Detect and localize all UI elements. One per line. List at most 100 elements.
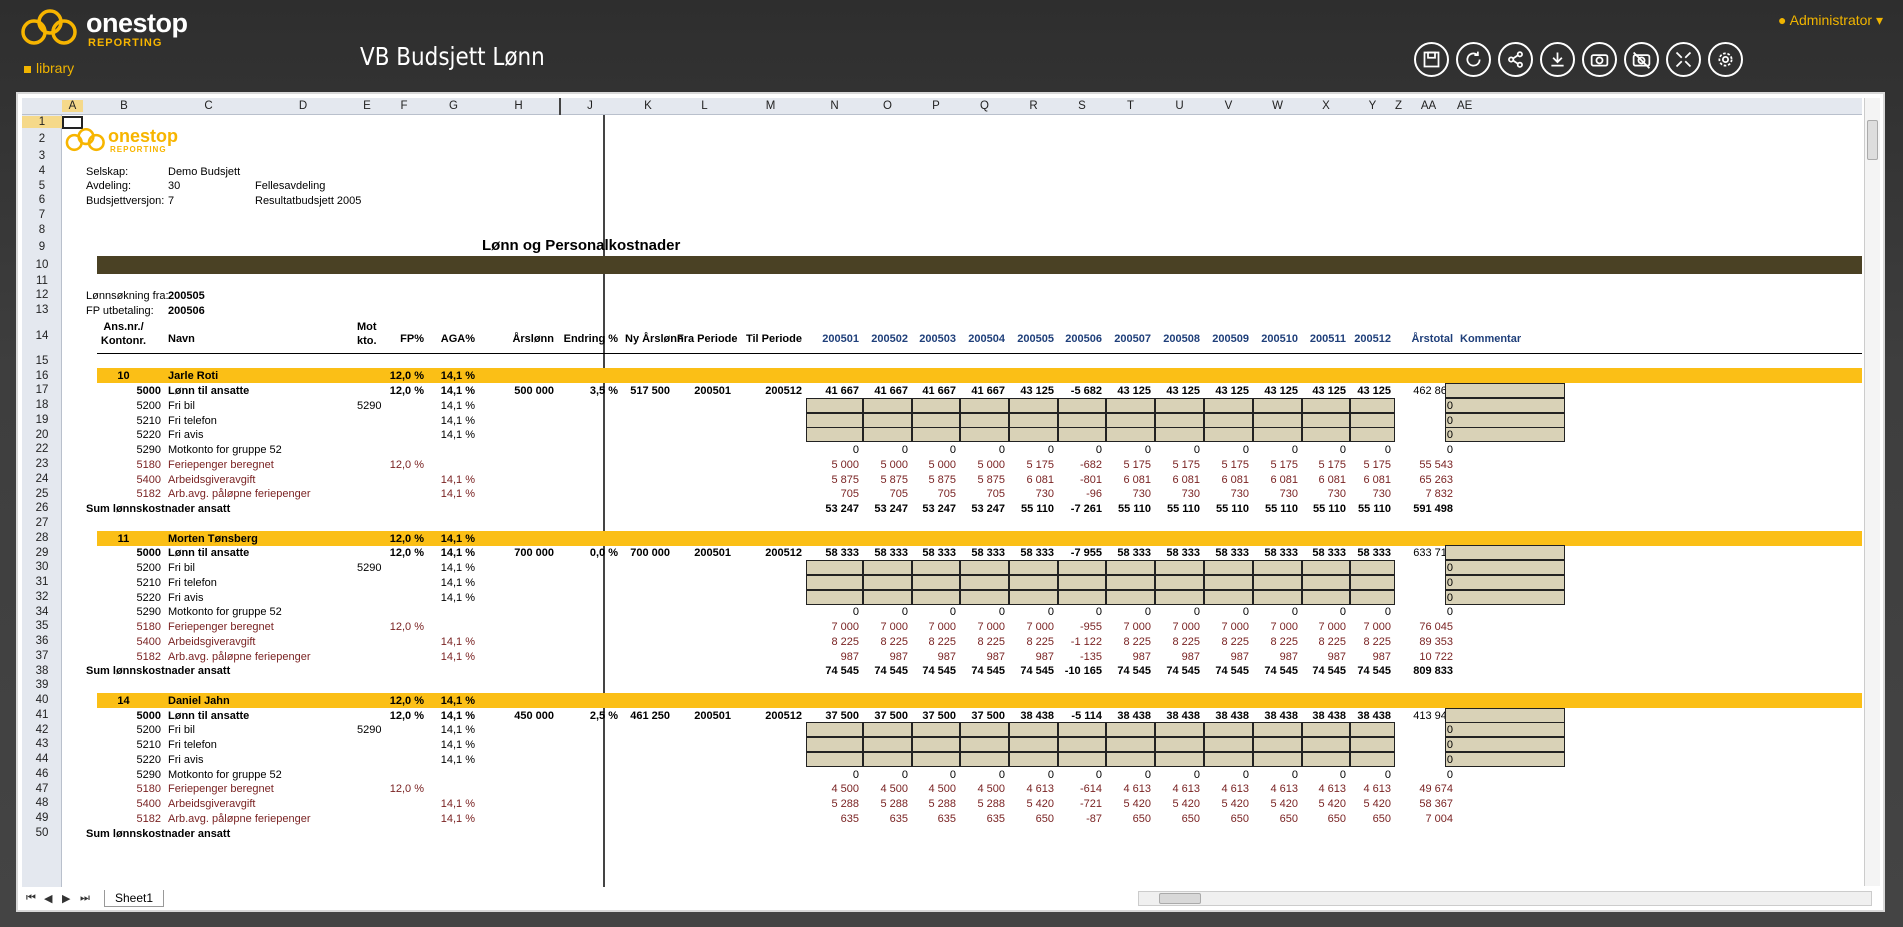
period-value[interactable]: 987 [863, 650, 912, 664]
benefit-input[interactable] [806, 397, 863, 413]
mot-konto[interactable]: 5290 [354, 723, 381, 737]
period-value[interactable]: 41 667 [863, 384, 912, 398]
aga-rate[interactable]: 14,1 % [428, 428, 479, 442]
period-value[interactable]: 7 000 [863, 620, 912, 634]
motkonto-value[interactable]: 0 [1350, 605, 1395, 619]
period-value[interactable]: 987 [960, 650, 1009, 664]
period-value[interactable]: 4 613 [1106, 782, 1155, 796]
benefit-input[interactable] [1302, 737, 1350, 752]
account-text[interactable]: Lønn til ansatte [165, 546, 345, 560]
column-header-a[interactable]: A [62, 100, 83, 112]
account-number[interactable]: 5000 [83, 384, 165, 398]
column-header-ae[interactable]: AE [1457, 100, 1472, 112]
column-header-k[interactable]: K [622, 100, 674, 112]
comment-input[interactable] [1445, 751, 1565, 767]
benefit-input[interactable] [1350, 751, 1395, 767]
period-value[interactable]: 7 000 [960, 620, 1009, 634]
row-header-7[interactable]: 7 [22, 209, 62, 221]
period-value[interactable]: 38 438 [1009, 709, 1058, 723]
next-sheet-icon[interactable]: ▶ [62, 892, 70, 905]
row-header-29[interactable]: 29 [22, 547, 62, 559]
dept-value[interactable]: 30 [165, 179, 252, 193]
row-header-4[interactable]: 4 [22, 165, 62, 177]
sum-value[interactable] [1058, 827, 1106, 841]
period-value[interactable]: 38 438 [1106, 709, 1155, 723]
row-total[interactable]: 55 543 [1400, 458, 1457, 472]
period-value[interactable]: 705 [912, 487, 960, 501]
fp-label[interactable]: FP utbetaling: [83, 304, 165, 318]
account-text[interactable]: Feriepenger beregnet [165, 620, 345, 634]
sum-value[interactable]: 55 110 [1350, 502, 1395, 516]
sum-value[interactable]: 55 110 [1009, 502, 1058, 516]
vertical-scroll-thumb[interactable] [1867, 120, 1878, 160]
account-number[interactable]: 5400 [83, 797, 165, 811]
employee-number[interactable]: 11 [83, 532, 165, 546]
period-value[interactable]: 4 613 [1253, 782, 1302, 796]
benefit-input[interactable] [912, 751, 960, 767]
sum-value[interactable] [863, 827, 912, 841]
comment-input[interactable] [1445, 560, 1565, 575]
last-sheet-icon[interactable]: ⏭ [80, 892, 90, 905]
account-text[interactable]: Fri bil [165, 399, 345, 413]
account-text[interactable]: Lønn til ansatte [165, 384, 345, 398]
sum-value[interactable]: 74 545 [863, 664, 912, 678]
benefit-input[interactable] [1204, 574, 1253, 590]
benefit-input[interactable] [1155, 397, 1204, 413]
hdr-ans[interactable]: Ans.nr./ [83, 320, 165, 334]
period-value[interactable]: 43 125 [1253, 384, 1302, 398]
benefit-input[interactable] [1106, 560, 1155, 575]
period-value[interactable]: 5 175 [1155, 458, 1204, 472]
to-period[interactable]: 200512 [735, 546, 806, 560]
comment-input[interactable] [1445, 383, 1565, 398]
hdr-arstotal[interactable]: Årstotal [1400, 332, 1457, 346]
period-value[interactable]: 650 [1204, 812, 1253, 826]
snapshot-off-button[interactable] [1624, 42, 1659, 77]
motkonto-value[interactable]: 0 [1106, 768, 1155, 782]
account-number[interactable]: 5290 [83, 443, 165, 457]
benefit-input[interactable] [1204, 737, 1253, 752]
fp-value[interactable]: 200506 [165, 304, 252, 318]
period-value[interactable]: -1 122 [1058, 635, 1106, 649]
from-period[interactable]: 200501 [674, 546, 735, 560]
period-value[interactable]: 5 000 [806, 458, 863, 472]
period-value[interactable]: -135 [1058, 650, 1106, 664]
salary[interactable]: 700 000 [479, 546, 558, 560]
period-value[interactable]: 5 875 [863, 473, 912, 487]
account-text[interactable]: Fri telefon [165, 414, 345, 428]
sum-value[interactable]: 53 247 [912, 502, 960, 516]
row-header-6[interactable]: 6 [22, 194, 62, 206]
benefit-input[interactable] [1350, 412, 1395, 428]
period-value[interactable]: 6 081 [1204, 473, 1253, 487]
from-period[interactable]: 200501 [674, 709, 735, 723]
benefit-input[interactable] [1106, 722, 1155, 738]
row-header-31[interactable]: 31 [22, 576, 62, 588]
new-salary[interactable]: 700 000 [622, 546, 674, 560]
period-value[interactable]: 987 [1204, 650, 1253, 664]
motkonto-value[interactable]: 0 [1155, 443, 1204, 457]
benefit-input[interactable] [1302, 560, 1350, 575]
account-text[interactable]: Motkonto for gruppe 52 [165, 768, 345, 782]
period-value[interactable]: 8 225 [912, 635, 960, 649]
account-text[interactable]: Fri telefon [165, 738, 345, 752]
benefit-input[interactable] [1058, 427, 1106, 443]
benefit-total[interactable]: 0 [1400, 723, 1457, 737]
motkonto-value[interactable]: 0 [1155, 605, 1204, 619]
motkonto-value[interactable]: 0 [806, 443, 863, 457]
employee-number[interactable]: 10 [83, 369, 165, 383]
benefit-total[interactable]: 0 [1400, 738, 1457, 752]
sum-value[interactable] [1009, 827, 1058, 841]
benefit-input[interactable] [863, 574, 912, 590]
motkonto-value[interactable]: 0 [1155, 768, 1204, 782]
period-value[interactable]: 4 500 [960, 782, 1009, 796]
period-value[interactable]: 58 333 [1350, 546, 1395, 560]
period-value[interactable]: 650 [1350, 812, 1395, 826]
sum-value[interactable] [960, 827, 1009, 841]
benefit-input[interactable] [960, 412, 1009, 428]
row-header-32[interactable]: 32 [22, 591, 62, 603]
column-header-o[interactable]: O [863, 100, 912, 112]
period-value[interactable]: 4 500 [863, 782, 912, 796]
period-value[interactable]: 43 125 [1204, 384, 1253, 398]
sum-value[interactable]: 74 545 [1204, 664, 1253, 678]
account-number[interactable]: 5182 [83, 650, 165, 664]
comment-input[interactable] [1445, 574, 1565, 590]
